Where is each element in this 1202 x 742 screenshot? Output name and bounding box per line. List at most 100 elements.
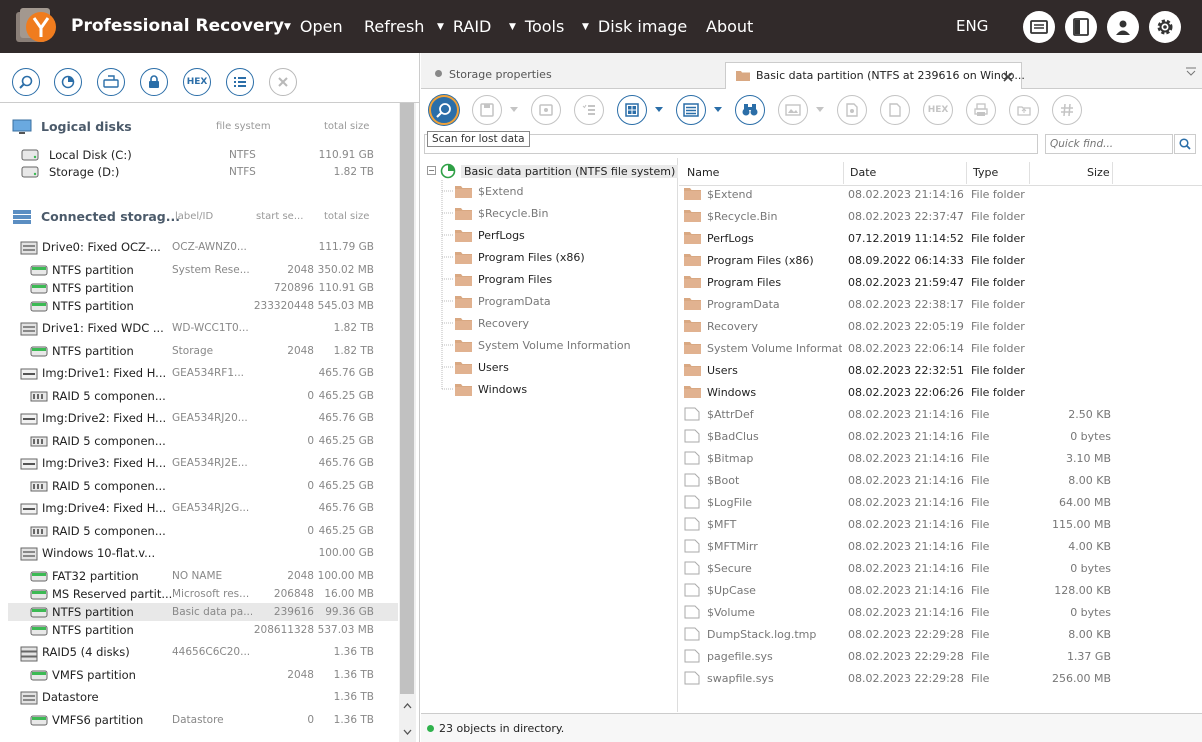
file-row[interactable]: Users 08.02.2023 22:32:51 File folder <box>679 359 1202 381</box>
scroll-down-icon[interactable] <box>403 729 412 735</box>
hex-button[interactable]: HEX <box>923 95 953 125</box>
file-row[interactable]: $LogFile 08.02.2023 21:14:16 File 64.00 … <box>679 491 1202 513</box>
menu-tools[interactable]: ▼ Tools <box>509 17 564 36</box>
tree-folder[interactable]: $Recycle.Bin <box>455 205 675 223</box>
tree-folder[interactable]: Program Files (x86) <box>455 249 675 267</box>
save-to-folder-button[interactable] <box>531 95 561 125</box>
menu-raid[interactable]: ▼ RAID <box>437 17 491 36</box>
menu-about[interactable]: About <box>706 17 753 36</box>
scan-storage-button[interactable] <box>12 68 40 96</box>
logical-disk-row[interactable]: Local Disk (C:) NTFS 110.91 GB <box>8 146 398 164</box>
column-divider[interactable] <box>843 162 844 184</box>
file-row[interactable]: Program Files 08.02.2023 21:59:47 File f… <box>679 271 1202 293</box>
file-row[interactable]: pagefile.sys 08.02.2023 22:29:28 File 1.… <box>679 645 1202 667</box>
properties-button[interactable] <box>226 68 254 96</box>
partition-row[interactable]: MS Reserved partit... Microsoft res... 2… <box>8 585 398 603</box>
tree-root[interactable]: − Basic data partition (NTFS file system… <box>425 162 679 180</box>
file-row[interactable]: Recovery 08.02.2023 22:05:19 File folder <box>679 315 1202 337</box>
file-row[interactable]: swapfile.sys 08.02.2023 22:29:28 File 25… <box>679 667 1202 689</box>
file-row[interactable]: $Boot 08.02.2023 21:14:16 File 8.00 KB <box>679 469 1202 491</box>
list-view-dropdown-icon[interactable] <box>714 107 722 112</box>
file-info-button[interactable] <box>880 95 910 125</box>
partition-row[interactable]: NTFS partition Storage 2048 1.82 TB <box>8 342 398 360</box>
up-folder-button[interactable] <box>1009 95 1039 125</box>
partition-row[interactable]: VMFS partition 2048 1.36 TB <box>8 666 398 684</box>
panel-toggle-button[interactable] <box>1065 11 1097 43</box>
disk-chart-button[interactable] <box>54 68 82 96</box>
view-mode-dropdown-icon[interactable] <box>655 107 663 112</box>
raid-component-row[interactable]: RAID 5 componen... 0 465.25 GB <box>8 432 398 450</box>
quick-find-button[interactable] <box>1174 134 1196 154</box>
partition-row[interactable]: VMFS6 partition Datastore 0 1.36 TB <box>8 711 398 729</box>
file-row[interactable]: $Secure 08.02.2023 21:14:16 File 0 bytes <box>679 557 1202 579</box>
storage-row[interactable]: Windows 10-flat.v... 100.00 GB <box>8 544 398 562</box>
partition-row[interactable]: NTFS partition 720896 110.91 GB <box>8 279 398 297</box>
close-tab-icon[interactable] <box>1003 72 1013 82</box>
file-row[interactable]: $MFTMirr 08.02.2023 21:14:16 File 4.00 K… <box>679 535 1202 557</box>
tree-folder[interactable]: PerfLogs <box>455 227 675 245</box>
partition-row[interactable]: NTFS partition Basic data pa... 239616 9… <box>8 603 398 621</box>
tree-folder[interactable]: Windows <box>455 381 675 399</box>
menu-open[interactable]: ▼ Open <box>284 17 343 36</box>
save-button[interactable] <box>472 95 502 125</box>
raid-component-row[interactable]: RAID 5 componen... 0 465.25 GB <box>8 522 398 540</box>
storage-row[interactable]: Img:Drive2: Fixed H... GEA534RJ20... 465… <box>8 409 398 427</box>
file-row[interactable]: $Extend 08.02.2023 21:14:16 File folder <box>679 183 1202 205</box>
storage-row[interactable]: Datastore 1.36 TB <box>8 688 398 706</box>
file-row[interactable]: $AttrDef 08.02.2023 21:14:16 File 2.50 K… <box>679 403 1202 425</box>
tree-folder[interactable]: System Volume Information <box>455 337 675 355</box>
menu-disk-image[interactable]: ▼ Disk image <box>582 17 687 36</box>
storage-row[interactable]: Img:Drive4: Fixed H... GEA534RJ2G... 465… <box>8 499 398 517</box>
quick-find-input[interactable] <box>1045 134 1173 154</box>
language-selector[interactable]: ENG <box>956 17 988 35</box>
file-row[interactable]: System Volume Information 08.02.2023 22:… <box>679 337 1202 359</box>
partition-row[interactable]: NTFS partition 233320448 545.03 MB <box>8 297 398 315</box>
column-divider[interactable] <box>1112 162 1113 184</box>
file-row[interactable]: ProgramData 08.02.2023 22:38:17 File fol… <box>679 293 1202 315</box>
logical-disk-row[interactable]: Storage (D:) NTFS 1.82 TB <box>8 163 398 181</box>
tab-partition[interactable]: Basic data partition (NTFS at 239616 on … <box>725 62 1025 89</box>
file-row[interactable]: $Bitmap 08.02.2023 21:14:16 File 3.10 MB <box>679 447 1202 469</box>
find-files-button[interactable] <box>735 95 765 125</box>
col-date[interactable]: Date <box>850 166 876 179</box>
preview-dropdown-icon[interactable] <box>816 107 824 112</box>
file-row[interactable]: $UpCase 08.02.2023 21:14:16 File 128.00 … <box>679 579 1202 601</box>
storage-row[interactable]: Drive1: Fixed WDC ... WD-WCC1T0... 1.82 … <box>8 319 398 337</box>
file-row[interactable]: Windows 08.02.2023 22:06:26 File folder <box>679 381 1202 403</box>
close-storage-button[interactable] <box>269 68 297 96</box>
file-row[interactable]: $BadClus 08.02.2023 21:14:16 File 0 byte… <box>679 425 1202 447</box>
tree-folder[interactable]: Recovery <box>455 315 675 333</box>
raid-component-row[interactable]: RAID 5 componen... 0 465.25 GB <box>8 477 398 495</box>
file-row[interactable]: $Volume 08.02.2023 21:14:16 File 0 bytes <box>679 601 1202 623</box>
storage-row[interactable]: Img:Drive1: Fixed H... GEA534RF1... 465.… <box>8 364 398 382</box>
file-row[interactable]: $MFT 08.02.2023 21:14:16 File 115.00 MB <box>679 513 1202 535</box>
scan-lost-data-button[interactable] <box>429 95 459 125</box>
file-settings-button[interactable] <box>837 95 867 125</box>
preview-button[interactable] <box>778 95 808 125</box>
save-dropdown-icon[interactable] <box>510 107 518 112</box>
file-row[interactable]: PerfLogs 07.12.2019 11:14:52 File folder <box>679 227 1202 249</box>
partition-row[interactable]: FAT32 partition NO NAME 2048 100.00 MB <box>8 567 398 585</box>
menu-refresh[interactable]: Refresh <box>364 17 424 36</box>
log-button[interactable] <box>1023 11 1055 43</box>
lock-button[interactable] <box>140 68 168 96</box>
mark-files-button[interactable] <box>574 95 604 125</box>
partition-row[interactable]: NTFS partition System Rese... 2048 350.0… <box>8 261 398 279</box>
tree-folder[interactable]: Program Files <box>455 271 675 289</box>
scrollbar-thumb[interactable] <box>400 103 414 694</box>
hash-button[interactable] <box>1052 95 1082 125</box>
column-divider[interactable] <box>966 162 967 184</box>
tab-menu-icon[interactable] <box>1185 67 1197 77</box>
col-size[interactable]: Size <box>1087 166 1110 179</box>
tree-folder[interactable]: Users <box>455 359 675 377</box>
raid-component-row[interactable]: RAID 5 componen... 0 465.25 GB <box>8 387 398 405</box>
partition-row[interactable]: NTFS partition 208611328 537.03 MB <box>8 621 398 639</box>
settings-button[interactable] <box>1149 11 1181 43</box>
scroll-up-icon[interactable] <box>403 703 412 709</box>
tab-storage-properties[interactable]: Storage properties <box>421 62 723 89</box>
open-image-button[interactable] <box>97 68 125 96</box>
storage-row[interactable]: RAID5 (4 disks) 44656C6C20... 1.36 TB <box>8 643 398 662</box>
hex-viewer-button[interactable]: HEX <box>183 68 211 96</box>
storage-row[interactable]: Drive0: Fixed OCZ-... OCZ-AWNZ0... 111.7… <box>8 238 398 256</box>
account-button[interactable] <box>1107 11 1139 43</box>
